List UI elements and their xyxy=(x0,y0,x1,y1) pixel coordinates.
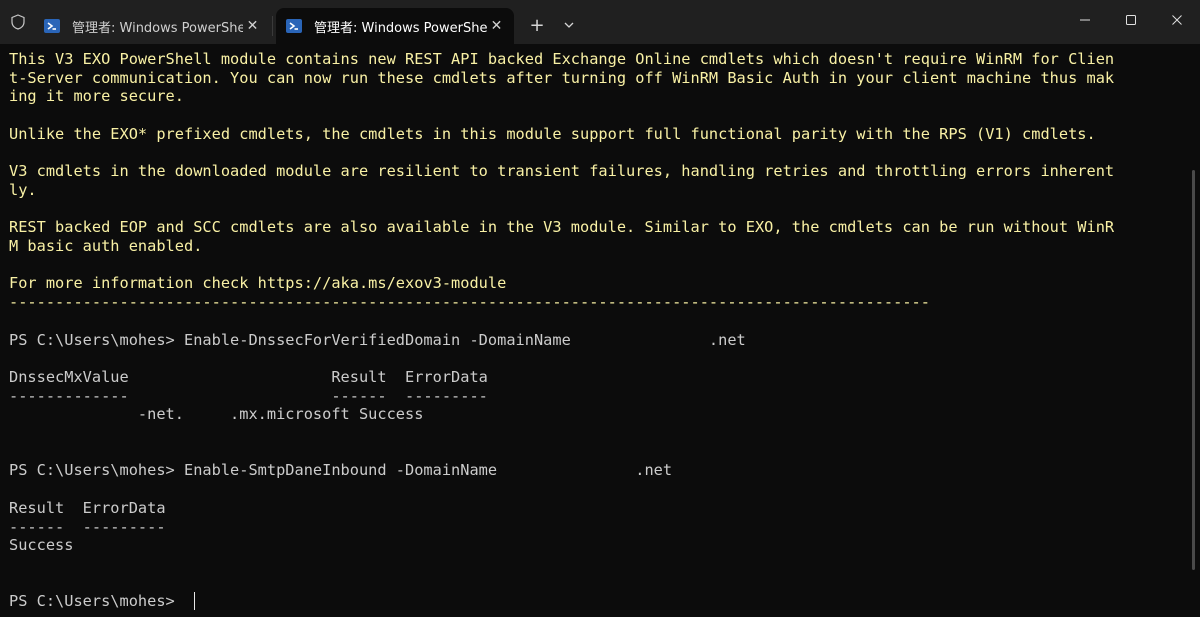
maximize-button[interactable] xyxy=(1108,0,1154,40)
powershell-icon xyxy=(44,18,60,34)
terminal-line: REST backed EOP and SCC cmdlets are also… xyxy=(9,218,1115,237)
terminal-line: ------ --------- xyxy=(9,517,166,536)
terminal-line: -net. .mx.microsoft Success xyxy=(9,405,424,424)
terminal-line: M basic auth enabled. xyxy=(9,237,203,255)
title-bar: 管理者: Windows PowerShell ✕ 管理者: Windows P… xyxy=(0,0,1200,44)
close-icon[interactable]: ✕ xyxy=(487,16,506,36)
terminal-line: For more information check https://aka.m… xyxy=(9,274,507,293)
tab-separator xyxy=(272,16,273,36)
terminal-line: PS C:\Users\mohes> xyxy=(9,592,184,611)
terminal-output[interactable]: This V3 EXO PowerShell module contains n… xyxy=(0,44,1200,617)
terminal-line: ------------- ------ --------- xyxy=(9,386,488,405)
terminal-line: ly. xyxy=(9,180,37,199)
terminal-line: ----------------------------------------… xyxy=(9,293,930,312)
terminal-line: ing it more secure. xyxy=(9,87,184,106)
shield-icon xyxy=(10,14,26,30)
powershell-icon xyxy=(286,18,302,34)
tab-active-powershell[interactable]: 管理者: Windows PowerShell ✕ xyxy=(276,8,514,44)
new-tab-button[interactable]: + xyxy=(526,14,548,36)
terminal-line: PS C:\Users\mohes> Enable-SmtpDaneInboun… xyxy=(9,461,673,480)
terminal-line: This V3 EXO PowerShell module contains n… xyxy=(9,50,1115,68)
terminal-line: V3 cmdlets in the downloaded module are … xyxy=(9,162,1115,181)
terminal-line: Result ErrorData xyxy=(9,498,166,517)
terminal-line: t-Server communication. You can now run … xyxy=(9,68,1115,87)
terminal-line: Success xyxy=(9,536,74,555)
scrollbar[interactable] xyxy=(1192,170,1195,570)
terminal-line: DnssecMxValue Result ErrorData xyxy=(9,367,488,386)
terminal-line: Unlike the EXO* prefixed cmdlets, the cm… xyxy=(9,124,1096,143)
chevron-down-icon[interactable] xyxy=(560,14,578,36)
tab-label: 管理者: Windows PowerShell xyxy=(314,20,487,36)
minimize-button[interactable] xyxy=(1062,0,1108,40)
tab-inactive-powershell[interactable]: 管理者: Windows PowerShell ✕ xyxy=(34,8,270,44)
close-icon[interactable]: ✕ xyxy=(243,16,262,36)
close-window-button[interactable] xyxy=(1154,0,1200,40)
text-cursor xyxy=(194,592,195,611)
tab-label: 管理者: Windows PowerShell xyxy=(72,20,244,36)
terminal-line: PS C:\Users\mohes> Enable-DnssecForVerif… xyxy=(9,330,746,349)
